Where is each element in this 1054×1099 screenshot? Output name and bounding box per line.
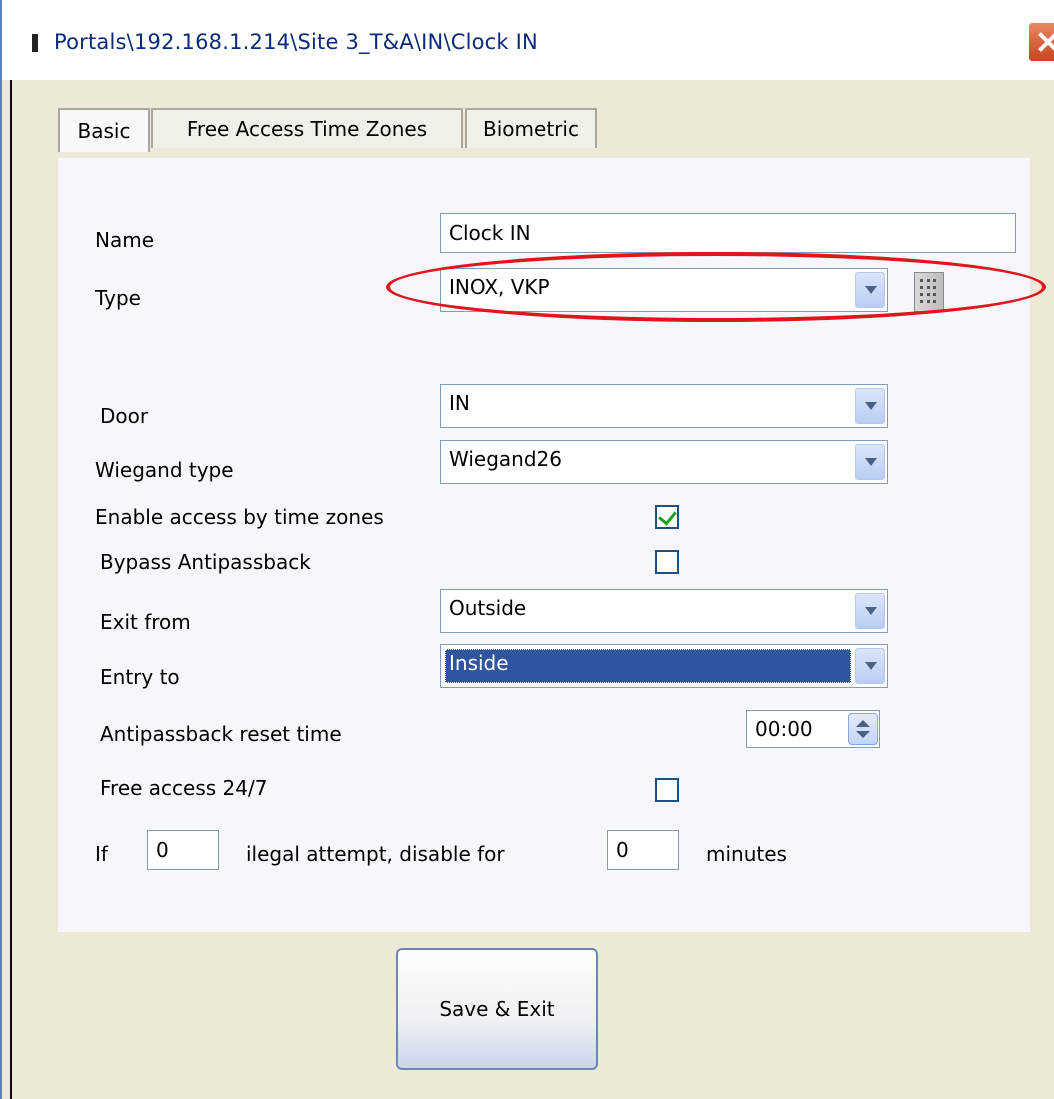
chevron-down-icon[interactable]: [855, 272, 885, 308]
chevron-down-icon[interactable]: [855, 648, 885, 684]
antipassback-reset-label: Antipassback reset time: [100, 722, 342, 746]
chevron-down-icon[interactable]: [855, 444, 885, 480]
entry-to-label: Entry to: [100, 665, 180, 689]
type-select[interactable]: INOX, VKP: [440, 268, 888, 312]
wiegand-select[interactable]: Wiegand26: [440, 440, 888, 484]
illegal-attempt-label: ilegal attempt, disable for: [246, 842, 505, 866]
exit-from-select[interactable]: Outside: [440, 589, 888, 633]
enable-time-zones-label: Enable access by time zones: [95, 505, 384, 529]
exit-from-label: Exit from: [100, 610, 191, 634]
chevron-down-icon[interactable]: [855, 593, 885, 629]
name-input[interactable]: Clock IN: [440, 213, 1016, 253]
door-select-value: IN: [449, 391, 470, 415]
wiegand-label: Wiegand type: [95, 458, 234, 482]
exit-from-select-value: Outside: [449, 596, 527, 620]
door-label: Door: [100, 404, 149, 428]
attempts-input[interactable]: 0: [147, 830, 219, 870]
app-icon: [32, 34, 38, 52]
free-access-checkbox[interactable]: [655, 778, 679, 802]
free-access-label: Free access 24/7: [100, 776, 268, 800]
if-label: If: [95, 842, 108, 866]
door-select[interactable]: IN: [440, 384, 888, 428]
name-label: Name: [95, 228, 155, 252]
save-exit-button[interactable]: Save & Exit: [396, 948, 598, 1070]
type-select-value: INOX, VKP: [449, 275, 550, 299]
title-bar: Portals\192.168.1.214\Site 3_T&A\IN\Cloc…: [2, 0, 1054, 80]
tab-basic[interactable]: Basic: [58, 108, 150, 152]
chevron-down-icon[interactable]: [855, 388, 885, 424]
bypass-antipassback-checkbox[interactable]: [655, 550, 679, 574]
entry-to-select-value: Inside: [449, 651, 509, 675]
entry-to-select[interactable]: Inside: [440, 644, 888, 688]
tab-free-access-time-zones[interactable]: Free Access Time Zones: [151, 108, 463, 148]
enable-time-zones-checkbox[interactable]: [655, 505, 679, 529]
type-label: Type: [95, 286, 141, 310]
disable-minutes-input[interactable]: 0: [607, 830, 679, 870]
window-title: Portals\192.168.1.214\Site 3_T&A\IN\Cloc…: [54, 30, 538, 54]
keypad-icon[interactable]: [914, 272, 944, 312]
bypass-antipassback-label: Bypass Antipassback: [100, 550, 311, 574]
time-spinner-icon[interactable]: [848, 713, 878, 745]
close-icon[interactable]: [1028, 22, 1054, 62]
minutes-label: minutes: [706, 842, 787, 866]
wiegand-select-value: Wiegand26: [449, 447, 562, 471]
tab-biometric[interactable]: Biometric: [465, 108, 597, 148]
